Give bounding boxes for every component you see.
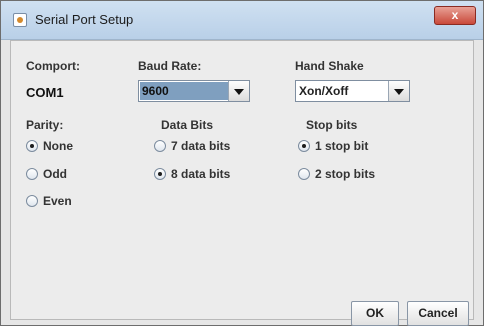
parity-option-label: Even [43,194,72,208]
radio-unselected-icon[interactable] [298,168,310,180]
parity-option-label: None [43,139,73,153]
baud-rate-value: 9600 [142,84,169,98]
chevron-down-icon[interactable] [388,81,409,101]
radio-unselected-icon[interactable] [154,140,166,152]
title-bar[interactable]: Serial Port Setup x [1,1,483,40]
stop-bits-option-label: 1 stop bit [315,139,369,153]
settings-panel: Comport: Baud Rate: Hand Shake COM1 9600… [10,40,474,326]
close-button[interactable]: x [434,6,476,25]
java-app-icon [13,13,27,27]
radio-selected-icon[interactable] [298,140,310,152]
radio-unselected-icon[interactable] [26,195,38,207]
baud-rate-select[interactable]: 9600 [138,80,250,102]
radio-selected-icon[interactable] [26,140,38,152]
stop-bits-option-label: 2 stop bits [315,167,376,181]
chevron-down-icon[interactable] [228,81,249,101]
radio-unselected-icon[interactable] [26,168,38,180]
stop-bits-label: Stop bits [306,118,358,132]
data-bits-label: Data Bits [161,118,214,132]
radio-selected-icon[interactable] [154,168,166,180]
comport-label: Comport: [26,59,80,73]
parity-option-label: Odd [43,167,67,181]
data-bits-option-label: 8 data bits [171,167,231,181]
dialog-window: Serial Port Setup x Comport: Baud Rate: … [0,0,484,326]
handshake-select[interactable]: Xon/Xoff [295,80,410,102]
parity-label: Parity: [26,118,64,132]
cancel-button[interactable]: Cancel [407,301,469,326]
ok-button[interactable]: OK [351,301,399,326]
data-bits-option-label: 7 data bits [171,139,231,153]
baud-rate-label: Baud Rate: [138,59,202,73]
handshake-label: Hand Shake [295,59,364,73]
window-title: Serial Port Setup [35,12,134,27]
comport-value: COM1 [26,85,64,100]
handshake-value: Xon/Xoff [299,84,349,98]
